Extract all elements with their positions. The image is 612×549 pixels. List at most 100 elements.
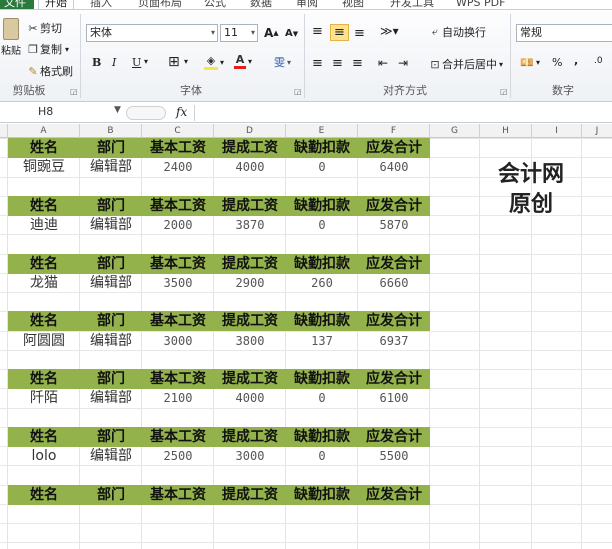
table-cell-base[interactable]: 3500 <box>142 273 214 293</box>
italic-button[interactable]: I <box>112 56 116 69</box>
column-header-cell[interactable]: 部门 <box>80 485 142 505</box>
column-header-cell[interactable]: 基本工资 <box>142 254 214 274</box>
comma-button[interactable]: , <box>574 54 578 67</box>
format-painter-button[interactable]: ✎ 格式刷 <box>26 63 73 79</box>
column-header-cell[interactable]: 基本工资 <box>142 311 214 331</box>
name-box[interactable]: H8 <box>4 105 124 121</box>
table-cell-bonus[interactable]: 3800 <box>214 331 286 351</box>
table-cell-bonus[interactable]: 4000 <box>214 388 286 408</box>
column-header-cell[interactable]: 姓名 <box>8 196 80 216</box>
chevron-down-icon[interactable]: ▾ <box>184 57 188 66</box>
tab-data[interactable]: 数据 <box>244 0 278 9</box>
table-cell-name[interactable]: 龙猫 <box>8 273 80 293</box>
tab-developer[interactable]: 开发工具 <box>384 0 440 9</box>
formula-input[interactable] <box>194 105 612 121</box>
table-cell-total[interactable]: 5870 <box>358 215 430 235</box>
column-header-cell[interactable]: 部门 <box>80 369 142 389</box>
table-cell-name[interactable]: lolo <box>8 446 80 466</box>
table-cell-total[interactable]: 5500 <box>358 446 430 466</box>
column-header-cell[interactable]: 部门 <box>80 427 142 447</box>
percent-button[interactable]: % <box>552 56 562 69</box>
column-header-cell[interactable]: 姓名 <box>8 369 80 389</box>
column-header-cell[interactable]: 应发合计 <box>358 196 430 216</box>
table-cell-dept[interactable]: 编辑部 <box>80 157 142 177</box>
column-header[interactable]: H <box>480 124 532 138</box>
table-cell-dept[interactable]: 编辑部 <box>80 273 142 293</box>
column-header[interactable]: A <box>8 124 80 138</box>
table-cell-base[interactable]: 2500 <box>142 446 214 466</box>
table-cell-total[interactable]: 6100 <box>358 388 430 408</box>
column-header[interactable]: I <box>532 124 582 138</box>
column-header[interactable]: D <box>214 124 286 138</box>
column-header-cell[interactable]: 部门 <box>80 138 142 158</box>
increase-decimal-icon[interactable]: .0 <box>594 56 603 66</box>
table-cell-bonus[interactable]: 3000 <box>214 446 286 466</box>
currency-button[interactable]: 💴 ▾ <box>520 56 540 69</box>
table-cell-deduct[interactable]: 137 <box>286 331 358 351</box>
shrink-font-button[interactable]: A ▼ <box>285 28 298 39</box>
table-cell-name[interactable]: 阿圆圆 <box>8 331 80 351</box>
table-cell-bonus[interactable]: 4000 <box>214 157 286 177</box>
column-header-cell[interactable]: 提成工资 <box>214 427 286 447</box>
tab-page-layout[interactable]: 页面布局 <box>132 0 188 9</box>
column-header-cell[interactable]: 部门 <box>80 311 142 331</box>
clipboard-launcher-icon[interactable]: ◲ <box>70 87 78 96</box>
column-header-cell[interactable]: 缺勤扣款 <box>286 369 358 389</box>
table-cell-deduct[interactable]: 0 <box>286 157 358 177</box>
table-cell-total[interactable]: 6937 <box>358 331 430 351</box>
table-cell-bonus[interactable]: 2900 <box>214 273 286 293</box>
tab-file[interactable]: 文件 <box>0 0 34 9</box>
column-header-cell[interactable]: 姓名 <box>8 254 80 274</box>
tab-wps-pdf[interactable]: WPS PDF <box>450 0 511 9</box>
table-cell-base[interactable]: 2100 <box>142 388 214 408</box>
chevron-down-icon[interactable]: ▾ <box>144 57 148 66</box>
copy-button[interactable]: ❐ 复制 ▾ <box>26 41 69 57</box>
column-header[interactable]: E <box>286 124 358 138</box>
column-header-cell[interactable]: 姓名 <box>8 427 80 447</box>
tab-home[interactable]: 开始 <box>38 0 74 9</box>
column-header[interactable]: G <box>430 124 480 138</box>
column-header-cell[interactable]: 基本工资 <box>142 138 214 158</box>
table-cell-name[interactable]: 阡陌 <box>8 388 80 408</box>
column-header-cell[interactable]: 提成工资 <box>214 196 286 216</box>
fill-color-button[interactable]: ◈ ▾ <box>204 54 224 70</box>
table-cell-base[interactable]: 2400 <box>142 157 214 177</box>
grow-font-button[interactable]: A ▲ <box>264 26 279 40</box>
phonetic-button[interactable]: 雯 ▾ <box>274 54 291 70</box>
cut-button[interactable]: ✂ 剪切 <box>26 20 62 36</box>
tab-formulas[interactable]: 公式 <box>198 0 232 9</box>
number-format-select[interactable]: 常规 <box>516 24 612 42</box>
column-header-cell[interactable]: 基本工资 <box>142 369 214 389</box>
table-cell-dept[interactable]: 编辑部 <box>80 388 142 408</box>
bold-button[interactable]: B <box>92 56 101 69</box>
table-cell-bonus[interactable]: 3870 <box>214 215 286 235</box>
formula-bar-resize-handle[interactable] <box>126 106 166 120</box>
column-header[interactable]: B <box>80 124 142 138</box>
tab-review[interactable]: 审阅 <box>290 0 324 9</box>
align-middle-icon[interactable]: ≡ <box>330 24 349 41</box>
column-header-cell[interactable]: 应发合计 <box>358 369 430 389</box>
paste-button[interactable]: 粘贴 <box>0 18 22 57</box>
table-cell-name[interactable]: 铜豌豆 <box>8 157 80 177</box>
table-cell-deduct[interactable]: 0 <box>286 446 358 466</box>
column-header-cell[interactable]: 提成工资 <box>214 485 286 505</box>
select-all-corner[interactable] <box>0 124 8 138</box>
column-header-cell[interactable]: 缺勤扣款 <box>286 485 358 505</box>
insert-function-icon[interactable]: fx <box>176 105 187 119</box>
table-cell-deduct[interactable]: 0 <box>286 215 358 235</box>
tab-view[interactable]: 视图 <box>336 0 370 9</box>
table-cell-total[interactable]: 6660 <box>358 273 430 293</box>
column-header-cell[interactable]: 应发合计 <box>358 485 430 505</box>
align-right-icon[interactable]: ≡ <box>352 56 363 71</box>
table-cell-dept[interactable]: 编辑部 <box>80 331 142 351</box>
table-cell-name[interactable]: 迪迪 <box>8 215 80 235</box>
decrease-indent-icon[interactable]: ⇤ <box>378 56 388 70</box>
column-header-cell[interactable]: 部门 <box>80 254 142 274</box>
column-header-cell[interactable]: 缺勤扣款 <box>286 138 358 158</box>
table-cell-deduct[interactable]: 260 <box>286 273 358 293</box>
column-header-cell[interactable]: 姓名 <box>8 138 80 158</box>
table-cell-dept[interactable]: 编辑部 <box>80 215 142 235</box>
merge-center-button[interactable]: ⊡ 合并后居中 ▾ <box>428 56 503 72</box>
column-header-cell[interactable]: 缺勤扣款 <box>286 254 358 274</box>
column-header[interactable]: F <box>358 124 430 138</box>
